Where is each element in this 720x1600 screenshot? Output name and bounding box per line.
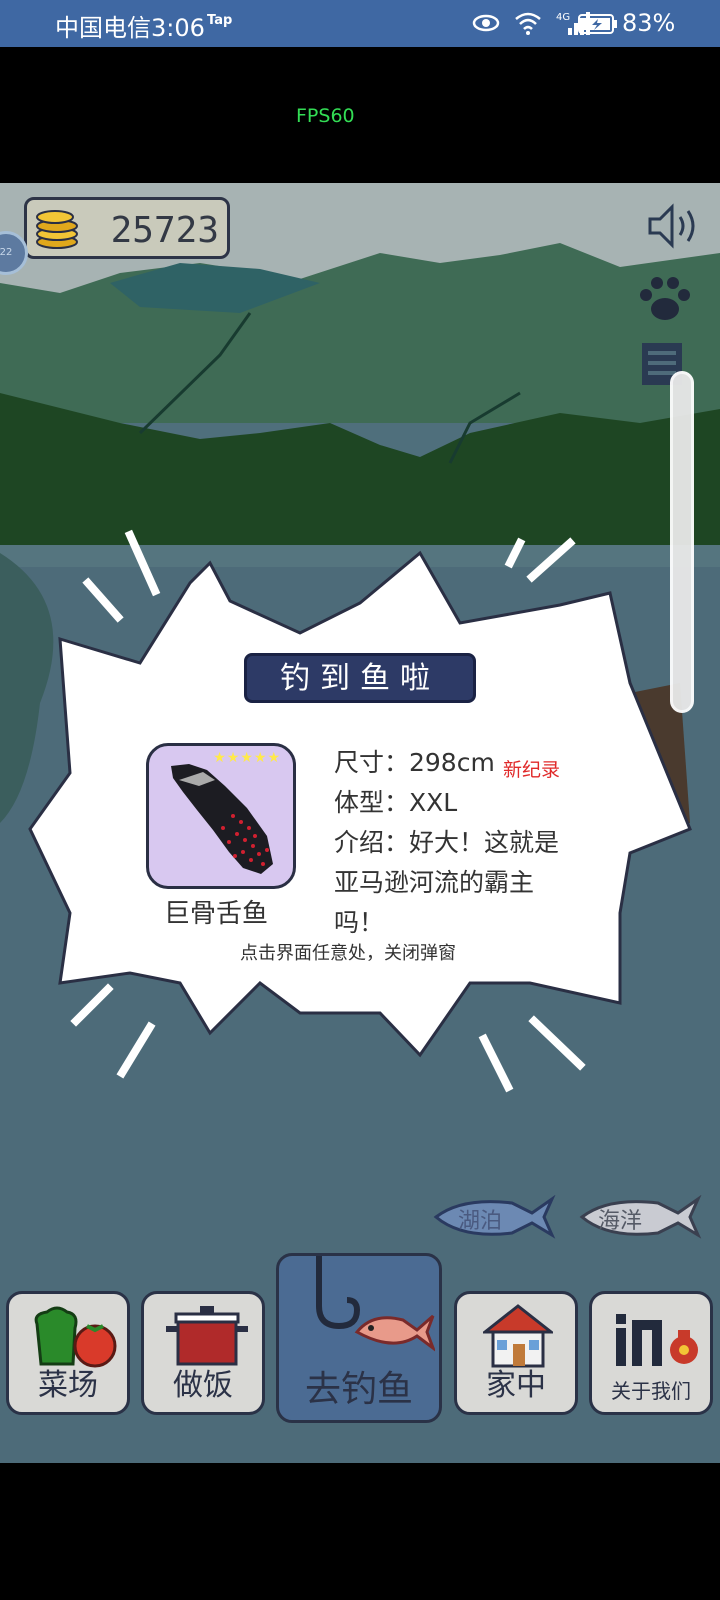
tap-badge: Tap [207,13,233,28]
nav-home-label: 家中 [486,1368,546,1403]
wifi-icon [515,12,541,35]
nav-go-fishing[interactable]: 去钓鱼 [276,1253,442,1423]
location-ocean-button[interactable]: 海洋 [578,1195,702,1239]
location-lake-button[interactable]: 湖泊 [432,1195,556,1239]
paw-icon[interactable] [636,273,694,323]
nav-about-us[interactable]: 关于我们 [589,1291,713,1415]
new-record-badge: 新纪录 [503,759,561,781]
fish-icon [354,1314,435,1352]
fish-intro-line-1: 介绍：好大！这就是 [334,828,560,857]
game-scene[interactable]: 25723 22 钓到鱼啦 ★★★★★ 巨骨舌鱼 尺寸：298cm 新纪录 体型… [0,183,720,1463]
nav-about-us-label: 关于我们 [611,1379,691,1403]
close-hint: 点击界面任意处，关闭弹窗 [240,943,456,964]
fish-name: 巨骨舌鱼 [164,899,269,929]
nav-market[interactable]: 菜场 [6,1291,130,1415]
fish-portrait-card: ★★★★★ [146,743,296,889]
coin-amount: 25723 [110,210,219,251]
nav-home[interactable]: 家中 [454,1291,578,1415]
fish-intro-line-2: 亚马逊河流的霸主 [334,868,535,897]
location-ocean-label: 海洋 [598,1209,643,1234]
carrier-time: 中国电信3:06 [55,14,205,42]
nav-go-fishing-label: 去钓鱼 [304,1369,413,1410]
coins-icon [36,210,78,249]
coin-counter: 25723 [24,197,230,259]
eye-icon [472,14,500,32]
about-logo-icon [616,1314,698,1366]
nav-cook[interactable]: 做饭 [141,1291,265,1415]
arapaima-fish-icon [171,764,273,874]
catch-popup-title: 钓到鱼啦 [244,653,476,703]
status-bar: 中国电信3:06 Tap 4G 83% [0,0,720,47]
nav-cook-label: 做饭 [173,1368,233,1403]
fish-body-type: 体型：XXL [334,788,458,817]
fish-size: 尺寸：298cm [334,748,495,777]
fish-intro-line-3: 吗！ [334,908,385,937]
location-lake-label: 湖泊 [458,1209,503,1234]
speaker-icon[interactable] [646,203,698,249]
nav-market-label: 菜场 [38,1368,98,1403]
battery-percent: 83% [622,9,676,37]
battery-icon [578,14,617,34]
svg-text:4G: 4G [556,12,570,23]
fps-counter: FPS60 [296,105,355,127]
